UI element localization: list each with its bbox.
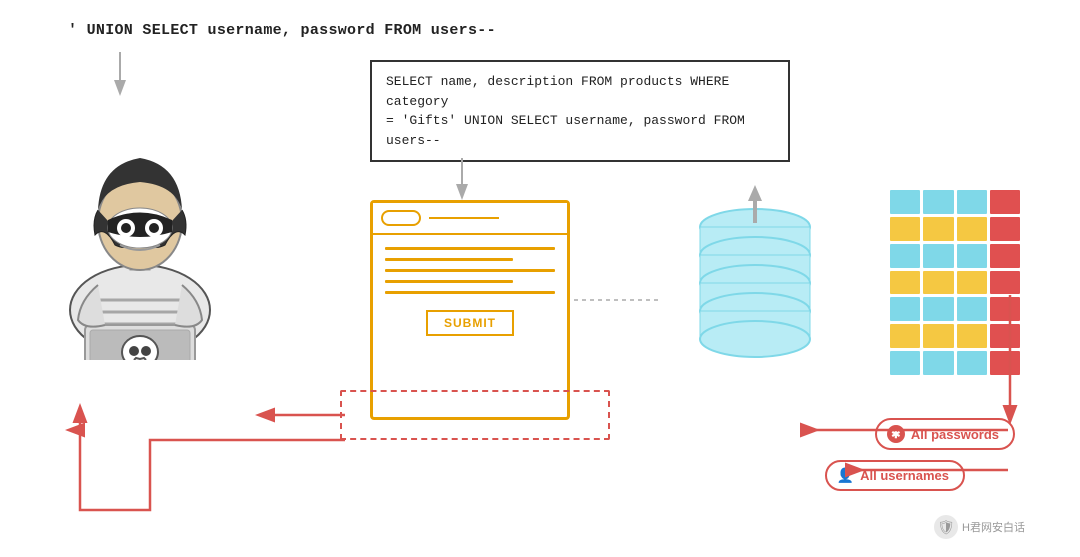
grid-cell <box>990 271 1020 295</box>
hacker-figure <box>30 70 250 360</box>
passwords-label: All passwords <box>911 427 999 442</box>
grid-cell <box>890 217 920 241</box>
browser-window: SUBMIT <box>370 200 570 420</box>
all-passwords-badge: ✱ All passwords <box>875 418 1015 450</box>
grid-cell <box>990 324 1020 348</box>
grid-cell <box>923 217 953 241</box>
person-icon: 👤 <box>837 467 854 484</box>
grid-cell <box>990 217 1020 241</box>
grid-cell <box>923 351 953 375</box>
watermark-text: H君网安白话 <box>962 519 1025 535</box>
database-svg <box>680 185 840 385</box>
grid-cell <box>957 244 987 268</box>
grid-cell <box>923 297 953 321</box>
star-icon: ✱ <box>887 425 905 443</box>
select-query-box: SELECT name, description FROM products W… <box>370 60 790 162</box>
usernames-label: All usernames <box>860 468 949 483</box>
grid-cell <box>990 244 1020 268</box>
grid-cell <box>923 244 953 268</box>
select-query-line1: SELECT name, description FROM products W… <box>386 74 729 109</box>
database-area <box>680 185 880 385</box>
grid-cell <box>957 217 987 241</box>
grid-cell <box>890 244 920 268</box>
grid-cell <box>957 324 987 348</box>
grid-cell <box>890 324 920 348</box>
browser-title-line <box>429 217 499 219</box>
form-line-4 <box>385 280 513 283</box>
grid-cell <box>890 351 920 375</box>
grid-cell <box>923 190 953 214</box>
grid-cell <box>990 297 1020 321</box>
form-line-5 <box>385 291 555 294</box>
grid-cell <box>990 351 1020 375</box>
grid-cell <box>923 271 953 295</box>
submit-button[interactable]: SUBMIT <box>426 310 514 336</box>
watermark-icon: 🛡 <box>934 515 958 539</box>
grid-cell <box>957 351 987 375</box>
browser-address-oval <box>381 210 421 226</box>
form-line-1 <box>385 247 555 250</box>
browser-body: SUBMIT <box>373 235 567 348</box>
grid-cell <box>923 324 953 348</box>
grid-cell <box>890 271 920 295</box>
grid-cell <box>957 271 987 295</box>
grid-cell <box>957 190 987 214</box>
form-line-2 <box>385 258 513 261</box>
select-query-line2: = 'Gifts' UNION SELECT username, passwor… <box>386 113 745 148</box>
grid-cell <box>890 190 920 214</box>
sql-injection-query: ' UNION SELECT username, password FROM u… <box>60 18 504 43</box>
watermark: 🛡 H君网安白话 <box>934 515 1025 539</box>
dashed-highlight-box <box>340 390 610 440</box>
data-grid <box>890 190 1020 375</box>
browser-titlebar <box>373 203 567 235</box>
grid-cell <box>957 297 987 321</box>
all-usernames-badge: 👤 All usernames <box>825 460 965 491</box>
form-line-3 <box>385 269 555 272</box>
grid-cell <box>890 297 920 321</box>
grid-cell <box>990 190 1020 214</box>
